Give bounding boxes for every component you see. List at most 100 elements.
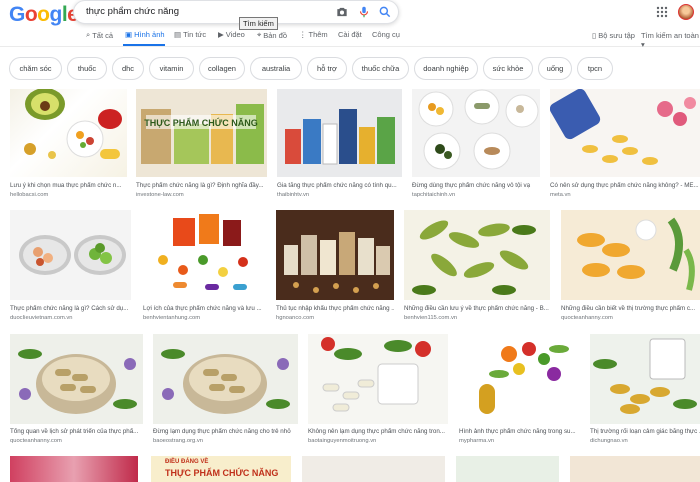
- result-source: investone-law.com: [136, 192, 184, 198]
- result-title[interactable]: Những điều cần biết về thị trường thực p…: [561, 305, 700, 312]
- image-icon: ▣: [125, 30, 133, 39]
- capsules-flowers-illustration: [550, 89, 696, 165]
- result-title[interactable]: Hình ảnh thực phẩm chức năng trong su...: [459, 428, 579, 435]
- tab-label: Công cụ: [372, 30, 400, 39]
- chip[interactable]: thuốc: [67, 57, 107, 80]
- result-source: quocteanhanny.com: [561, 315, 613, 321]
- result-image[interactable]: [10, 456, 138, 482]
- chip[interactable]: doanh nghiệp: [414, 57, 478, 80]
- result-image[interactable]: [277, 89, 402, 177]
- orange-capsules-illustration: [577, 217, 695, 291]
- search-box[interactable]: thực phẩm chức năng: [73, 0, 399, 24]
- result-source: hellobacsi.com: [10, 192, 49, 198]
- tab-tools[interactable]: Công cụ: [372, 30, 400, 39]
- tab-news[interactable]: ▤ Tin tức: [174, 30, 206, 39]
- result-image[interactable]: [459, 334, 579, 424]
- result-image[interactable]: [570, 456, 700, 482]
- collections-link[interactable]: ▯ Bộ sưu tập: [592, 31, 635, 40]
- result-title[interactable]: Đừng dùng thực phẩm chức năng vô tội vạ: [412, 182, 540, 189]
- chip[interactable]: sức khỏe: [483, 57, 533, 80]
- collections-label: Bộ sưu tập: [598, 31, 635, 40]
- result-source: tapchitaichinh.vn: [412, 192, 456, 198]
- result-image[interactable]: [412, 89, 540, 177]
- result-image[interactable]: [10, 89, 127, 177]
- result-image[interactable]: ĐIỀU ĐÁNG VỀ THỰC PHẨM CHỨC NĂNG: [151, 456, 291, 482]
- banner-text: ĐIỀU ĐÁNG VỀ: [165, 459, 209, 465]
- chip[interactable]: thuốc chữa: [352, 57, 409, 80]
- tab-label: Cài đặt: [338, 30, 362, 39]
- result-image[interactable]: [308, 334, 448, 424]
- chip[interactable]: uống: [538, 57, 572, 80]
- search-input[interactable]: thực phẩm chức năng: [86, 6, 179, 17]
- chip[interactable]: tpcn: [577, 57, 613, 80]
- google-logo[interactable]: Google: [9, 3, 79, 27]
- result-image[interactable]: [404, 210, 550, 300]
- result-title[interactable]: Thực phẩm chức năng là gì? Cách sử dụ...: [10, 305, 131, 312]
- tab-label: Tất cả: [92, 30, 114, 40]
- tab-maps[interactable]: ⌖ Bản đồ: [257, 30, 287, 40]
- search-icon[interactable]: [378, 5, 392, 19]
- tab-all[interactable]: ⌕ Tất cả: [86, 30, 113, 40]
- herbal-bowl-illustration: [18, 349, 137, 414]
- chip[interactable]: hỗ trợ: [307, 57, 347, 80]
- result-image[interactable]: [10, 334, 143, 424]
- tab-label: Tin tức: [183, 30, 207, 39]
- result-source: thaibinhtv.vn: [277, 192, 310, 198]
- camera-icon[interactable]: [335, 5, 349, 19]
- supplements-illustration: [24, 89, 122, 159]
- tab-label: Hình ảnh: [134, 30, 165, 39]
- result-image[interactable]: THỰC PHẨM CHỨC NĂNG: [136, 89, 267, 177]
- chip[interactable]: chăm sóc: [9, 57, 62, 80]
- result-title[interactable]: Tổng quan về lịch sử phát triển của thực…: [10, 428, 143, 435]
- result-title[interactable]: Đừng lạm dụng thực phẩm chức năng cho tr…: [153, 428, 298, 435]
- result-title[interactable]: Gia tăng thực phẩm chức năng có tính qu.…: [277, 182, 402, 189]
- search-icon: ⌕: [86, 30, 91, 39]
- result-title[interactable]: Thủ tục nhập khẩu thực phẩm chức năng ..…: [276, 305, 394, 312]
- capsule-fruits-illustration: [479, 342, 569, 414]
- result-source: dichungnao.vn: [590, 438, 628, 444]
- result-image[interactable]: [153, 334, 298, 424]
- result-title[interactable]: Lưu ý khi chọn mua thực phẩm chức n...: [10, 182, 127, 189]
- result-title[interactable]: Thực phẩm chức năng là gì? Định nghĩa đầ…: [136, 182, 267, 189]
- tab-more[interactable]: ⋮ Thêm: [299, 30, 328, 39]
- logo-letter: G: [9, 3, 25, 26]
- green-capsules-illustration: [412, 220, 536, 295]
- tab-label: Video: [225, 30, 245, 39]
- result-title[interactable]: Không nên lạm dụng thực phẩm chức năng t…: [308, 428, 448, 435]
- safe-search-link[interactable]: Tìm kiếm an toàn ▾: [641, 31, 700, 49]
- tab-images[interactable]: ▣ Hình ảnh: [125, 30, 165, 39]
- chip[interactable]: dhc: [112, 57, 144, 80]
- logo-letter: g: [49, 3, 63, 26]
- result-title[interactable]: Lợi ích của thực phẩm chức năng và lưu .…: [143, 305, 266, 312]
- result-source: baoeostrang.org.vn: [153, 438, 203, 444]
- chip[interactable]: australia: [250, 57, 302, 80]
- result-image[interactable]: [302, 456, 445, 482]
- result-source: duocIieuvietnam.com.vn: [10, 315, 73, 321]
- news-icon: ▤: [174, 30, 182, 39]
- tab-videos[interactable]: ▶ Video: [218, 30, 245, 39]
- result-source: meta.vn: [550, 192, 571, 198]
- logo-letter: o: [37, 3, 50, 26]
- chip[interactable]: vitamin: [149, 57, 194, 80]
- apps-grid-icon[interactable]: [656, 6, 668, 18]
- result-title[interactable]: Những điều cần lưu ý về thực phẩm chức n…: [404, 305, 550, 312]
- result-image[interactable]: [10, 210, 131, 300]
- tab-settings[interactable]: Cài đặt: [338, 30, 362, 39]
- microphone-icon[interactable]: [357, 5, 371, 19]
- spilled-capsules-illustration: [321, 337, 431, 412]
- spoons-illustration: [19, 235, 126, 275]
- result-image[interactable]: [550, 89, 700, 177]
- bottles-illustration: [285, 109, 395, 165]
- result-image[interactable]: [456, 456, 559, 482]
- result-source: benhvien115.com.vn: [404, 315, 458, 321]
- result-image[interactable]: [143, 210, 266, 300]
- result-title[interactable]: Có nên sử dụng thực phẩm chức năng không…: [550, 182, 700, 189]
- chip[interactable]: collagen: [199, 57, 245, 80]
- result-image[interactable]: [276, 210, 394, 300]
- result-image[interactable]: [590, 334, 700, 424]
- video-icon: ▶: [218, 30, 224, 39]
- result-image[interactable]: [561, 210, 700, 300]
- map-pin-icon: ⌖: [257, 30, 262, 39]
- avatar[interactable]: [678, 4, 694, 20]
- result-title[interactable]: Thị trường rối loạn cảm giác bằng thực .…: [590, 428, 700, 435]
